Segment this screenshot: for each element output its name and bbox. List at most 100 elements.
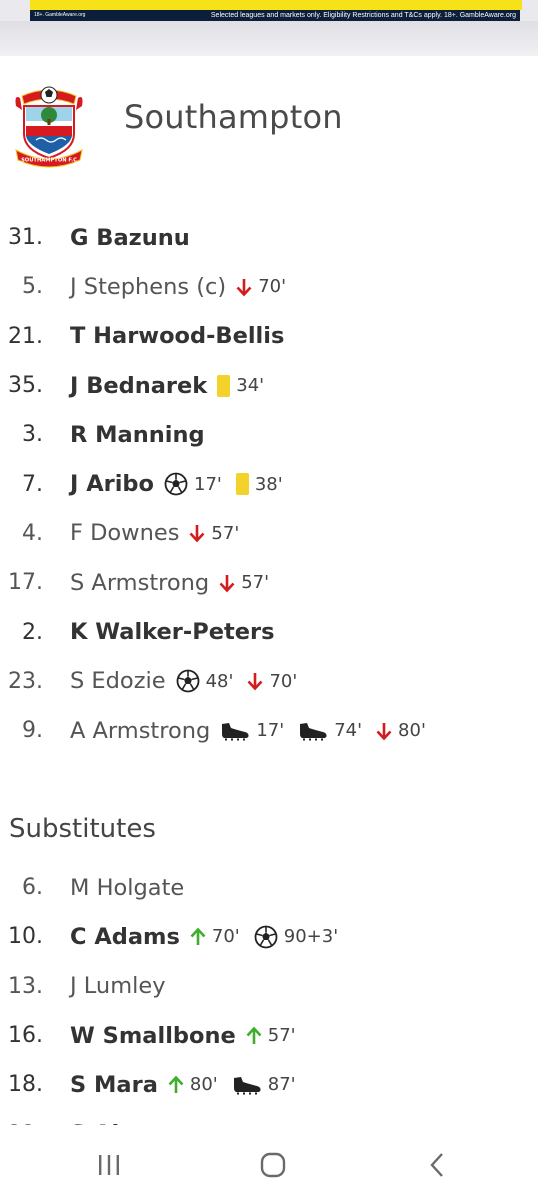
player-row[interactable]: 7. J Aribo 17' 38' [0, 459, 538, 508]
player-number: 17. [8, 570, 43, 596]
player-row[interactable]: 21. T Harwood-Bellis [0, 312, 538, 361]
assist-boot-icon [298, 721, 328, 741]
event-minute: 38' [254, 473, 283, 495]
event-minute: 17' [194, 473, 222, 495]
player-number: 22. [0, 1122, 43, 1125]
match-event: 57' [219, 572, 269, 593]
goal-ball-icon [254, 925, 278, 949]
player-row[interactable]: 3. R Manning [0, 410, 538, 459]
system-navigation-bar [0, 1130, 538, 1200]
goal-ball-icon [164, 472, 188, 496]
player-number: 23. [8, 668, 43, 694]
home-icon[interactable] [253, 1150, 293, 1180]
lineup-list: 31. G Bazunu 5. J Stephens (c) 70' 21. T Harwo… [0, 213, 538, 755]
yellow-card-icon [217, 374, 231, 397]
player-row[interactable]: 31. G Bazunu [0, 213, 538, 262]
player-name: C Adams [70, 923, 180, 950]
player-number: 16. [8, 1023, 43, 1049]
player-name: A Armstrong [70, 717, 211, 744]
player-name: S Edozie [70, 668, 166, 695]
player-number: 35. [8, 373, 43, 399]
match-event: 70' [247, 671, 297, 692]
player-events: 34' [217, 374, 278, 397]
match-event: 38' [235, 473, 283, 496]
ad-left-text: 18+. GambleAware.org [34, 12, 86, 18]
player-events: 48' 70' [176, 669, 312, 693]
sub-off-arrow-icon [247, 671, 263, 691]
player-name: S Mara [70, 1071, 158, 1098]
match-event: 80' [376, 720, 426, 741]
player-row[interactable]: 35. J Bednarek 34' [0, 361, 538, 410]
player-name: S Armstrong [70, 569, 210, 596]
player-row[interactable]: 23. S Edozie 48' 70' [0, 657, 538, 706]
player-events: 57' [246, 1025, 310, 1046]
player-row[interactable]: 6. M Holgate [0, 863, 538, 912]
sub-off-arrow-icon [189, 523, 205, 543]
home-icon-glyph [260, 1152, 286, 1178]
event-minute: 70' [269, 670, 298, 692]
recents-icon[interactable] [89, 1150, 129, 1180]
back-icon-glyph [430, 1153, 443, 1177]
match-event: 34' [217, 374, 265, 397]
crest-banner-text: SOUTHAMPTON F.C [21, 158, 77, 164]
player-number: 10. [8, 924, 43, 950]
player-row[interactable]: 17. S Armstrong 57' [0, 558, 538, 607]
assist-boot-icon [232, 1075, 262, 1095]
player-name: M Holgate [70, 874, 185, 901]
player-number: 2. [22, 619, 43, 645]
event-minute: 17' [256, 720, 285, 742]
player-number: 31. [8, 225, 43, 251]
ad-disclaimer-strip: 18+. GambleAware.org Selected leagues an… [30, 10, 520, 21]
match-event: 17' [164, 472, 222, 496]
player-row[interactable]: 13. J Lumley [0, 962, 538, 1011]
player-name: K Walker-Peters [70, 619, 275, 646]
back-icon[interactable] [418, 1150, 458, 1180]
match-event: 90+3' [254, 925, 338, 949]
player-number: 21. [8, 323, 43, 349]
event-minute: 90+3' [283, 926, 339, 948]
match-event: 70' [190, 926, 240, 947]
player-events: 80' 87' [168, 1074, 310, 1095]
player-name: W Smallbone [70, 1022, 236, 1049]
player-row[interactable]: 9. A Armstrong 17' 74' 80' [0, 706, 538, 755]
event-minute: 70' [211, 926, 240, 948]
player-row[interactable]: 10. C Adams 70' 90+3' [0, 912, 538, 961]
substitutes-list: 6. M Holgate 10. C Adams 70' 90+3' 13. J Lumley… [0, 863, 538, 1125]
substitutes-heading: Substitutes [9, 814, 156, 844]
player-number: 6. [22, 875, 43, 901]
player-number: 18. [8, 1072, 43, 1098]
sub-off-arrow-icon [219, 573, 235, 593]
player-name: J Bednarek [70, 372, 208, 399]
goal-ball-icon [176, 669, 200, 693]
player-name: T Harwood-Bellis [70, 323, 285, 350]
match-event: 70' [236, 276, 286, 297]
sub-on-arrow-icon [168, 1075, 184, 1095]
player-row[interactable]: 4. F Downes 57' [0, 509, 538, 558]
match-event: 87' [232, 1074, 296, 1095]
event-minute: 57' [267, 1025, 296, 1047]
player-name: F Downes [70, 520, 180, 547]
player-row[interactable]: 22. S Al [0, 1109, 538, 1125]
match-event: 17' [220, 720, 284, 741]
player-row[interactable]: 16. W Smallbone 57' [0, 1011, 538, 1060]
ad-yellow-strip [30, 0, 522, 10]
player-row[interactable]: 2. K Walker-Peters [0, 607, 538, 656]
player-events: 17' 38' [164, 472, 297, 496]
player-events: 57' [219, 572, 283, 593]
player-number: 13. [8, 973, 43, 999]
player-number: 7. [22, 471, 43, 497]
event-minute: 34' [236, 375, 265, 397]
player-events: 17' 74' 80' [220, 720, 440, 741]
event-minute: 80' [398, 720, 426, 742]
match-event: 48' [176, 669, 233, 693]
event-minute: 80' [189, 1074, 218, 1096]
match-event: 57' [246, 1025, 296, 1046]
player-row[interactable]: 18. S Mara 80' 87' [0, 1060, 538, 1109]
player-name: S Al [70, 1121, 119, 1125]
yellow-card-icon [235, 473, 249, 496]
assist-boot-icon [220, 721, 250, 741]
sub-on-arrow-icon [190, 927, 206, 947]
player-row[interactable]: 5. J Stephens (c) 70' [0, 262, 538, 311]
sub-off-arrow-icon [236, 277, 252, 297]
ad-banner[interactable]: 18+. GambleAware.org Selected leagues an… [0, 0, 538, 56]
